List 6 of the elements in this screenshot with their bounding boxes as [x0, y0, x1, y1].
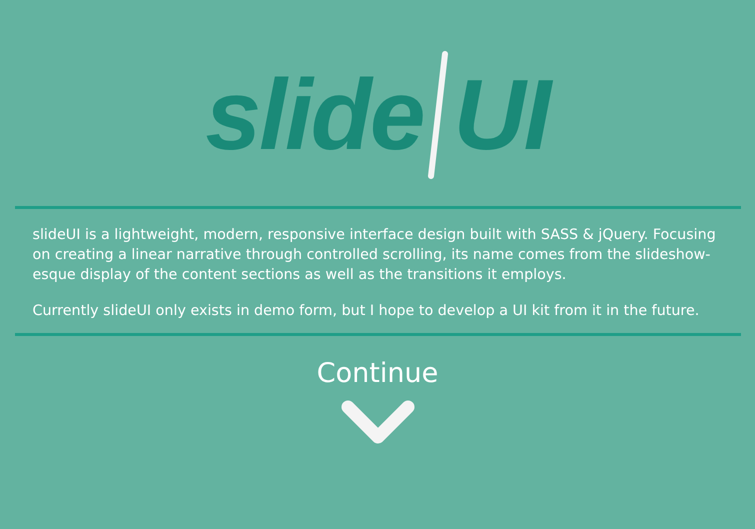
logo-word: slide [206, 65, 424, 165]
slash-icon [427, 50, 450, 180]
continue-link[interactable]: Continue [316, 358, 438, 389]
logo-word: UI [453, 65, 550, 165]
intro-paragraph: Currently slideUI only exists in demo form, but I hope to develop a UI kit from it in the future. [32, 302, 700, 321]
intro-paragraph: slideUI is a lightweight, modern, responsive interface design built with SASS & jQuery. Focusing on creating a linear narrative through controlled scrolling, its name comes from the slideshow-esque display of the content sections as well as the transitions it employs. [32, 226, 717, 285]
